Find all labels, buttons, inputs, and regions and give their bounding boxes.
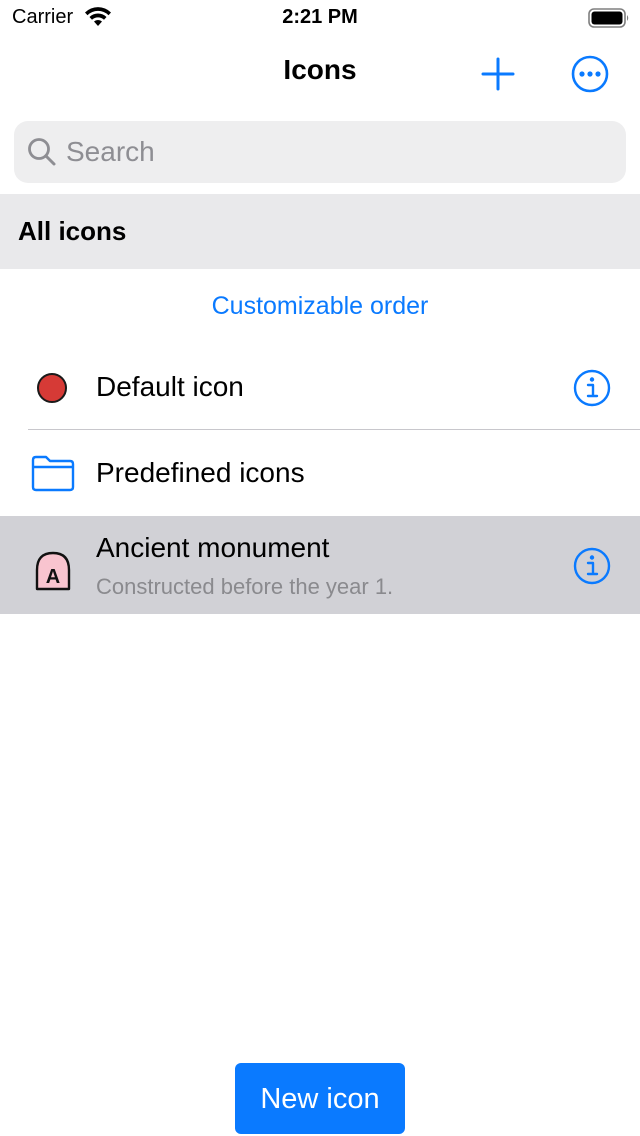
section-header-label: All icons — [18, 216, 127, 246]
list-item-ancient-monument[interactable]: A Ancient monument Constructed before th… — [0, 516, 640, 614]
folder-icon — [31, 455, 75, 492]
red-dot-icon — [37, 373, 67, 403]
info-button[interactable] — [572, 546, 612, 586]
more-options-button[interactable] — [570, 54, 610, 94]
ellipsis-circle-icon — [571, 55, 609, 93]
search-input[interactable] — [66, 121, 606, 183]
search-icon — [28, 138, 56, 166]
list-item-title: Predefined icons — [96, 457, 305, 488]
customizable-order-link[interactable]: Customizable order — [0, 292, 640, 321]
add-button[interactable] — [478, 54, 518, 94]
screen: Carrier 2:21 PM Icons Search All icons C… — [0, 0, 640, 1136]
info-circle-icon — [573, 547, 611, 585]
status-bar: Carrier 2:21 PM — [0, 0, 640, 40]
ancient-monument-icon: A — [35, 551, 71, 591]
svg-text:A: A — [46, 566, 60, 588]
page-title: Icons — [283, 54, 357, 85]
new-icon-button[interactable]: New icon — [235, 1063, 405, 1134]
list-item-title: Default icon — [96, 371, 244, 402]
list-item-subtitle: Constructed before the year 1. — [96, 574, 394, 599]
status-time: 2:21 PM — [282, 6, 358, 28]
section-header: All icons — [0, 194, 640, 269]
list-item-predefined-icons[interactable]: Predefined icons — [0, 430, 640, 516]
battery-icon — [588, 8, 629, 28]
info-circle-icon — [573, 369, 611, 407]
plus-icon — [481, 57, 515, 91]
search-bar[interactable] — [14, 121, 626, 183]
list-item-title: Ancient monument — [96, 532, 330, 563]
info-button[interactable] — [572, 368, 612, 408]
list-item-default-icon[interactable]: Default icon — [0, 344, 640, 430]
